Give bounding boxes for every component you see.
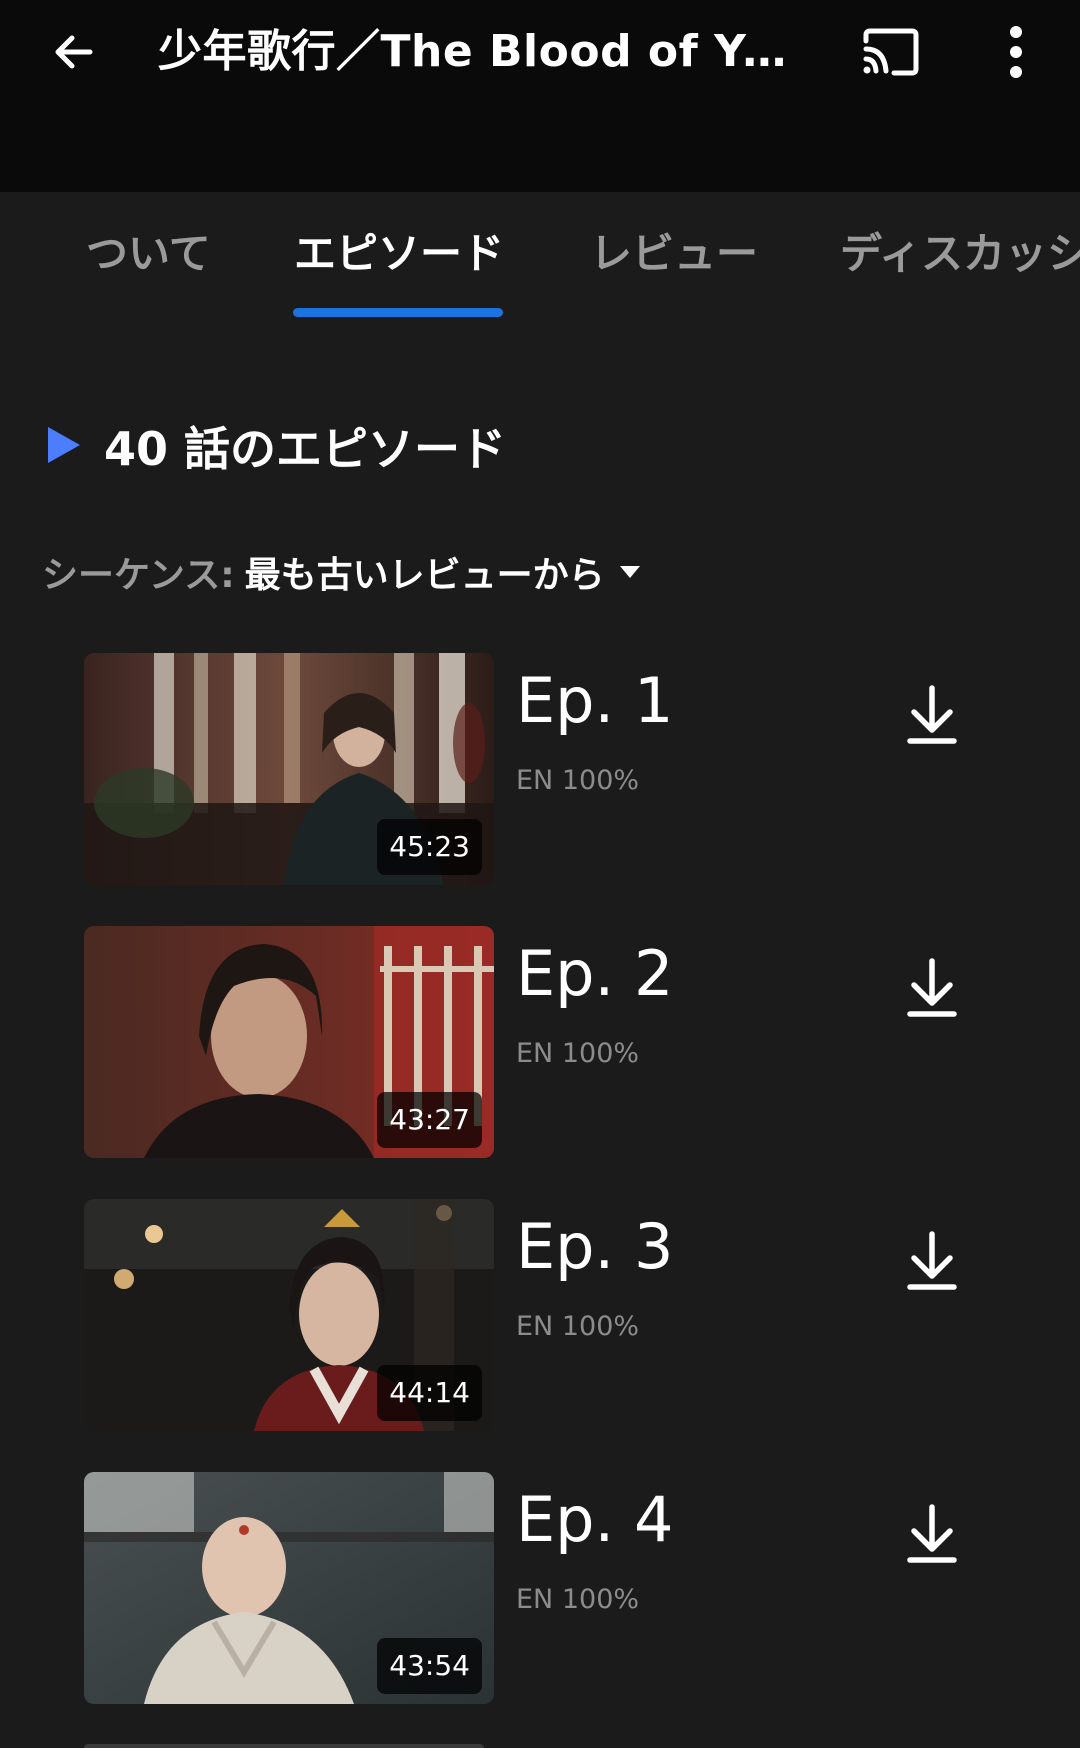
episode-thumbnail[interactable]: 43:27 <box>84 926 494 1158</box>
episode-subtitle-info: EN 100% <box>516 765 640 796</box>
episode-duration: 45:23 <box>377 819 482 875</box>
tab-about[interactable]: ついて <box>86 226 211 282</box>
episode-subtitle-info: EN 100% <box>516 1038 640 1069</box>
download-icon <box>907 1231 957 1290</box>
sort-value: 最も古いレビューから <box>244 555 605 596</box>
active-tab-indicator <box>293 308 503 317</box>
arrow-left-icon <box>55 35 93 69</box>
more-vertical-icon <box>1010 26 1022 78</box>
episodes-section-header: 40 話のエピソード <box>46 414 506 484</box>
episode-title: Ep. 2 <box>516 937 674 1010</box>
episode-subtitle-info: EN 100% <box>516 1311 640 1342</box>
cast-button[interactable] <box>852 14 928 90</box>
episode-title: Ep. 1 <box>516 664 674 737</box>
sort-selector[interactable]: シーケンス: 最も古いレビューから <box>42 542 641 602</box>
episode-count-title: 40 話のエピソード <box>104 422 507 476</box>
back-button[interactable] <box>36 14 112 90</box>
episode-row[interactable]: 45:23 Ep. 1 EN 100% <box>0 653 1080 885</box>
cast-icon <box>863 28 919 76</box>
download-icon <box>907 685 957 744</box>
episode-duration: 43:27 <box>377 1092 482 1148</box>
page-title: 少年歌行／The Blood of Yo... <box>158 26 798 77</box>
download-button[interactable] <box>892 1494 972 1574</box>
episode-thumbnail[interactable]: 43:54 <box>84 1472 494 1704</box>
episode-duration: 43:54 <box>377 1638 482 1694</box>
tab-bar: ついて エピソード レビュー ディスカッション <box>0 192 1080 322</box>
download-button[interactable] <box>892 948 972 1028</box>
download-icon <box>907 958 957 1017</box>
more-options-button[interactable] <box>978 14 1054 90</box>
episode-row[interactable]: 44:14 Ep. 3 EN 100% <box>0 1199 1080 1431</box>
episode-thumbnail[interactable]: 44:14 <box>84 1199 494 1431</box>
play-icon <box>48 427 80 463</box>
episode-row[interactable]: 43:27 Ep. 2 EN 100% <box>0 926 1080 1158</box>
tab-reviews[interactable]: レビュー <box>590 226 758 282</box>
episode-title: Ep. 4 <box>516 1483 674 1556</box>
download-button[interactable] <box>892 675 972 755</box>
tab-discussion[interactable]: ディスカッション <box>840 226 1080 282</box>
episode-subtitle-info: EN 100% <box>516 1584 640 1615</box>
top-app-bar: 少年歌行／The Blood of Yo... <box>0 0 1080 192</box>
app-screen: 少年歌行／The Blood of Yo... ついて エピソード レビュー デ… <box>0 0 1080 1748</box>
download-icon <box>907 1504 957 1563</box>
episode-duration: 44:14 <box>377 1365 482 1421</box>
episode-title: Ep. 3 <box>516 1210 674 1283</box>
sort-label: シーケンス: <box>42 555 235 596</box>
next-episode-thumbnail-peek <box>84 1744 484 1748</box>
episode-row[interactable]: 43:54 Ep. 4 EN 100% <box>0 1472 1080 1704</box>
tab-episodes[interactable]: エピソード <box>294 226 504 282</box>
download-button[interactable] <box>892 1221 972 1301</box>
caret-down-icon <box>619 566 640 578</box>
episode-thumbnail[interactable]: 45:23 <box>84 653 494 885</box>
